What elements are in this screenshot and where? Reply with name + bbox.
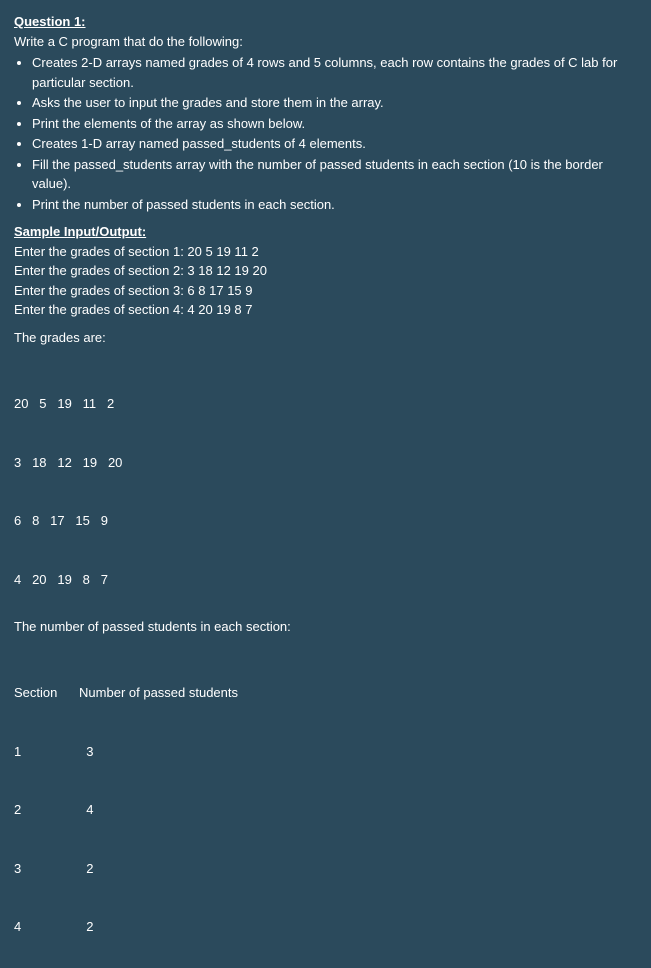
passed-header: Section Number of passed students [14, 683, 637, 703]
question-title: Question 1: [14, 12, 637, 32]
list-item: Creates 2-D arrays named grades of 4 row… [32, 53, 637, 92]
passed-row: 2 4 [14, 800, 637, 820]
grades-label: The grades are: [14, 328, 637, 348]
grades-output: 20 5 19 11 2 3 18 12 19 20 6 8 17 15 9 4… [14, 355, 637, 609]
grades-row: 3 18 12 19 20 [14, 453, 637, 473]
passed-row: 1 3 [14, 742, 637, 762]
input-line: Enter the grades of section 3: 6 8 17 15… [14, 281, 637, 301]
list-item: Print the elements of the array as shown… [32, 114, 637, 134]
grades-row: 6 8 17 15 9 [14, 511, 637, 531]
passed-row: 3 2 [14, 859, 637, 879]
list-item: Print the number of passed students in e… [32, 195, 637, 215]
list-item: Fill the passed_students array with the … [32, 155, 637, 194]
requirements-list: Creates 2-D arrays named grades of 4 row… [14, 53, 637, 214]
input-line: Enter the grades of section 4: 4 20 19 8… [14, 300, 637, 320]
passed-label: The number of passed students in each se… [14, 617, 637, 637]
grades-row: 4 20 19 8 7 [14, 570, 637, 590]
list-item: Asks the user to input the grades and st… [32, 93, 637, 113]
grades-row: 20 5 19 11 2 [14, 394, 637, 414]
input-line: Enter the grades of section 2: 3 18 12 1… [14, 261, 637, 281]
passed-row: 4 2 [14, 917, 637, 937]
passed-table: Section Number of passed students 1 3 2 … [14, 644, 637, 956]
input-line: Enter the grades of section 1: 20 5 19 1… [14, 242, 637, 262]
question-intro: Write a C program that do the following: [14, 32, 637, 52]
list-item: Creates 1-D array named passed_students … [32, 134, 637, 154]
sample-io-heading: Sample Input/Output: [14, 222, 637, 242]
